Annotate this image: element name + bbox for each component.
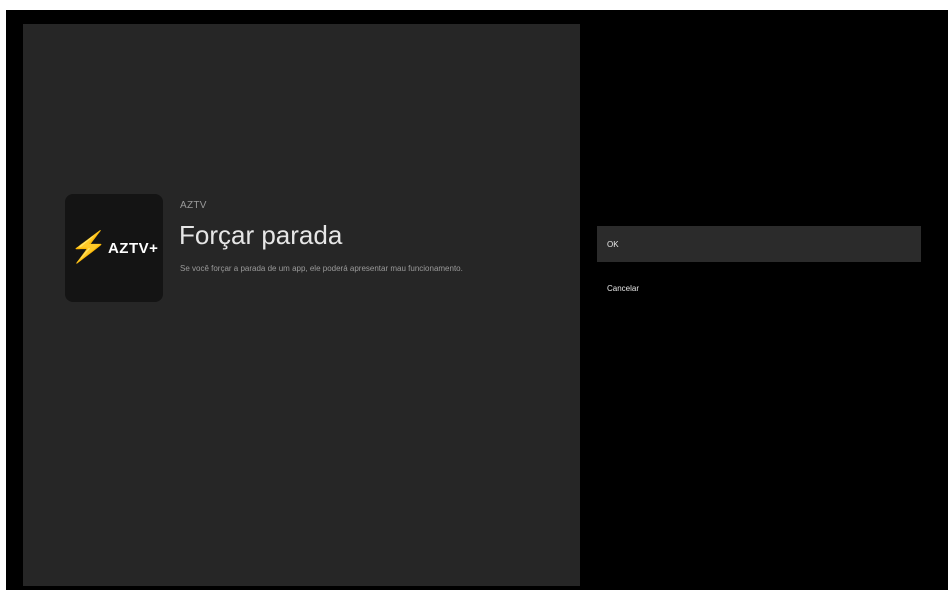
ok-button[interactable]: OK — [597, 226, 921, 262]
lightning-bolt-icon: ⚡ — [67, 231, 110, 264]
ok-button-label: OK — [607, 239, 619, 249]
cancel-button-label: Cancelar — [607, 283, 640, 293]
app-info-panel: ⚡ AZTV+ AZTV Forçar parada Se você força… — [23, 24, 580, 586]
screen-border-top — [0, 0, 948, 10]
page-title: Forçar parada — [179, 220, 343, 250]
page-description: Se você forçar a parada de um app, ele p… — [180, 264, 463, 273]
cancel-button[interactable]: Cancelar — [597, 270, 921, 306]
app-icon: ⚡ AZTV+ — [65, 194, 163, 302]
app-logo-text: AZTV+ — [107, 239, 159, 257]
app-name: AZTV — [180, 200, 207, 211]
screen: ⚡ AZTV+ AZTV Forçar parada Se você força… — [0, 0, 948, 590]
screen-border-line — [6, 10, 8, 590]
